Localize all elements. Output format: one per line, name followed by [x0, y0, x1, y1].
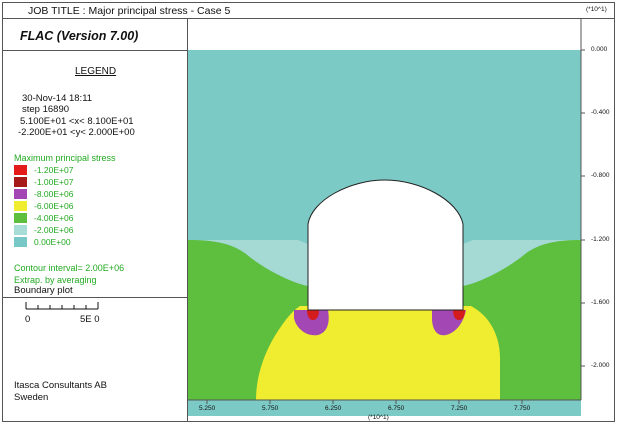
x-tick-label: 6.250: [325, 405, 342, 412]
contour-interval: Contour interval= 2.00E+06: [14, 263, 125, 273]
legend-value: -8.00E+06: [34, 189, 74, 199]
legend-swatch: [14, 237, 27, 247]
boundary-plot-label: Boundary plot: [14, 285, 73, 296]
scale-bar-zero: 0: [25, 314, 31, 325]
x-tick-label: 5.250: [199, 405, 216, 412]
scale-bar-value: 5E 0: [80, 314, 100, 325]
legend-value: -2.00E+06: [34, 225, 74, 235]
tunnel-excavation: [307, 179, 464, 311]
stress-contour-plot: [188, 18, 585, 416]
program-version: FLAC (Version 7.00): [20, 29, 139, 43]
step-count: step 16890: [22, 104, 70, 115]
legend-value: -6.00E+06: [34, 201, 74, 211]
legend-swatch: [14, 201, 27, 211]
company-name: Itasca Consultants AB: [14, 380, 107, 391]
legend-swatch: [14, 165, 27, 175]
job-title: JOB TITLE : Major principal stress - Cas…: [28, 5, 231, 17]
y-axis-scale-label: (*10^1): [586, 6, 607, 13]
legend-panel: [2, 18, 188, 422]
x-tick-label: 7.750: [514, 405, 531, 412]
legend-value: 0.00E+00: [34, 237, 71, 247]
contour-region-yellow: [256, 306, 500, 400]
x-tick-label: 7.250: [451, 405, 468, 412]
legend-value: -1.00E+07: [34, 177, 74, 187]
company-country: Sweden: [14, 392, 49, 403]
title-bar: JOB TITLE : Major principal stress - Cas…: [2, 2, 615, 19]
legend-value: -1.20E+07: [34, 165, 74, 175]
legend-swatch: [14, 177, 27, 187]
scale-bar: [25, 302, 99, 310]
legend-swatch: [14, 213, 27, 223]
extrapolation-method: Extrap. by averaging: [14, 275, 97, 285]
x-axis-scale-label: (*10^1): [368, 414, 389, 421]
y-tick-label: -0.400: [591, 109, 610, 116]
x-tick-label: 5.750: [262, 405, 279, 412]
legend-separator-bottom: [2, 297, 187, 298]
y-axis-ticks: [581, 49, 585, 367]
legend-value: -4.00E+06: [34, 213, 74, 223]
legend-swatch: [14, 189, 27, 199]
legend-heading: LEGEND: [75, 66, 117, 77]
x-range: 5.100E+01 <x< 8.100E+01: [20, 116, 134, 127]
y-range: -2.200E+01 <y< 2.000E+00: [18, 127, 135, 138]
date-time: 30-Nov-14 18:11: [22, 93, 93, 104]
x-tick-label: 6.750: [388, 405, 405, 412]
contour-variable-title: Maximum principal stress: [14, 153, 116, 163]
y-tick-label: -1.600: [591, 299, 610, 306]
legend-swatch: [14, 225, 27, 235]
y-tick-label: -1.200: [591, 236, 610, 243]
y-tick-label: -2.000: [591, 362, 610, 369]
y-tick-label: 0.000: [591, 46, 608, 53]
y-tick-label: -0.800: [591, 172, 610, 179]
legend-separator-top: [2, 50, 187, 51]
